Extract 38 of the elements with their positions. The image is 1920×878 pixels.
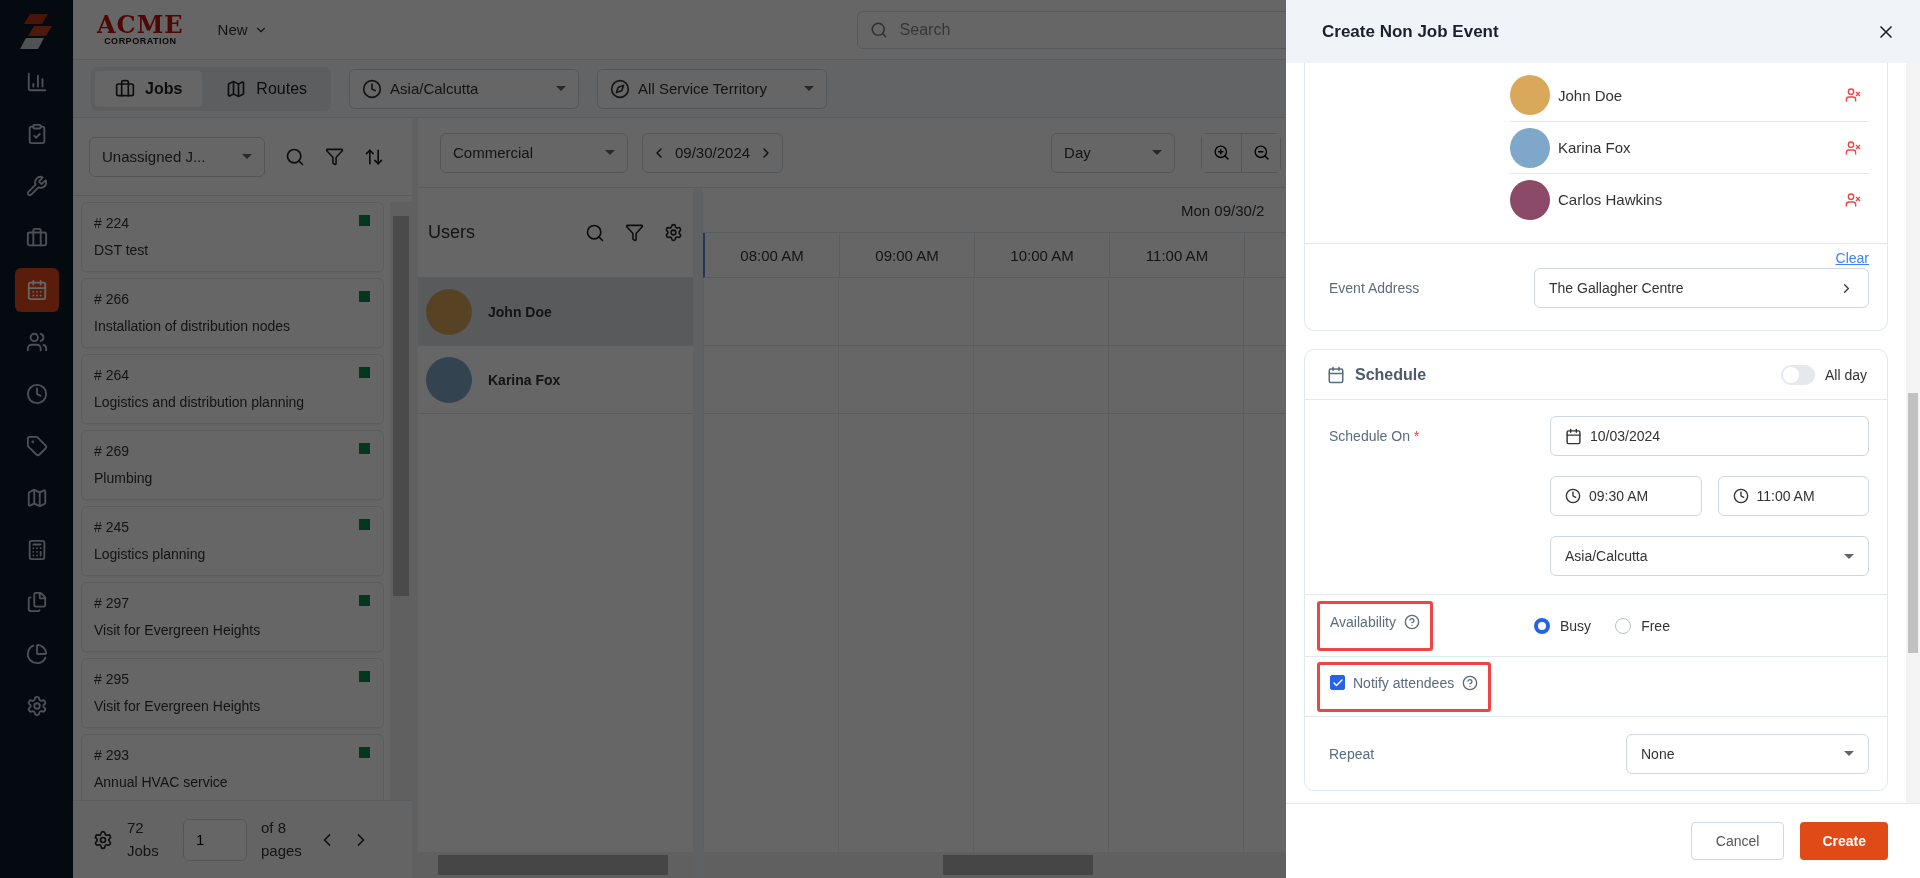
- time-header: 08:00 AM: [705, 233, 840, 277]
- job-number: # 264: [94, 367, 131, 384]
- attendee-name: Carlos Hawkins: [1558, 191, 1664, 208]
- day-header: Mon 09/30/2: [1181, 201, 1265, 219]
- job-number: # 266: [94, 291, 131, 308]
- job-title: Logistics planning: [94, 546, 207, 563]
- field-label: Schedule On *: [1329, 427, 1421, 444]
- job-number: # 245: [94, 519, 131, 536]
- job-number: # 224: [94, 215, 131, 232]
- time-header: 10:00 AM: [975, 233, 1110, 277]
- user-name: John Doe: [488, 303, 552, 320]
- section-title: Schedule: [1355, 365, 1428, 384]
- page-count: of 8 pages: [261, 818, 303, 861]
- job-title: DST test: [94, 242, 150, 259]
- job-title: Logistics and distribution planning: [94, 394, 306, 411]
- time-header: 11:00 AM: [1110, 233, 1245, 277]
- jobs-count: 72 Jobs: [127, 818, 160, 861]
- all-day-label: All day: [1824, 366, 1867, 383]
- job-title: Visit for Evergreen Heights: [94, 698, 262, 715]
- attendee-name: Karina Fox: [1558, 139, 1632, 156]
- user-name: Karina Fox: [488, 371, 561, 388]
- field-label: Repeat: [1329, 745, 1376, 762]
- job-number: # 269: [94, 443, 131, 460]
- field-label: Event Address: [1329, 280, 1421, 296]
- users-title: Users: [428, 222, 476, 243]
- job-title: Installation of distribution nodes: [94, 318, 292, 335]
- job-title: Annual HVAC service: [94, 774, 229, 791]
- job-number: # 295: [94, 671, 131, 688]
- date-text: 09/30/2024: [675, 144, 751, 161]
- field-label: Availability: [1330, 613, 1396, 630]
- checkbox-label: Notify attendees: [1353, 674, 1455, 691]
- time-header: 09:00 AM: [840, 233, 975, 277]
- company-logo: ACME CORPORATION: [97, 13, 184, 46]
- job-number: # 293: [94, 747, 131, 764]
- job-title: Visit for Evergreen Heights: [94, 622, 262, 639]
- attendee-name: John Doe: [1558, 86, 1624, 104]
- job-number: # 297: [94, 595, 131, 612]
- job-title: Plumbing: [94, 470, 154, 487]
